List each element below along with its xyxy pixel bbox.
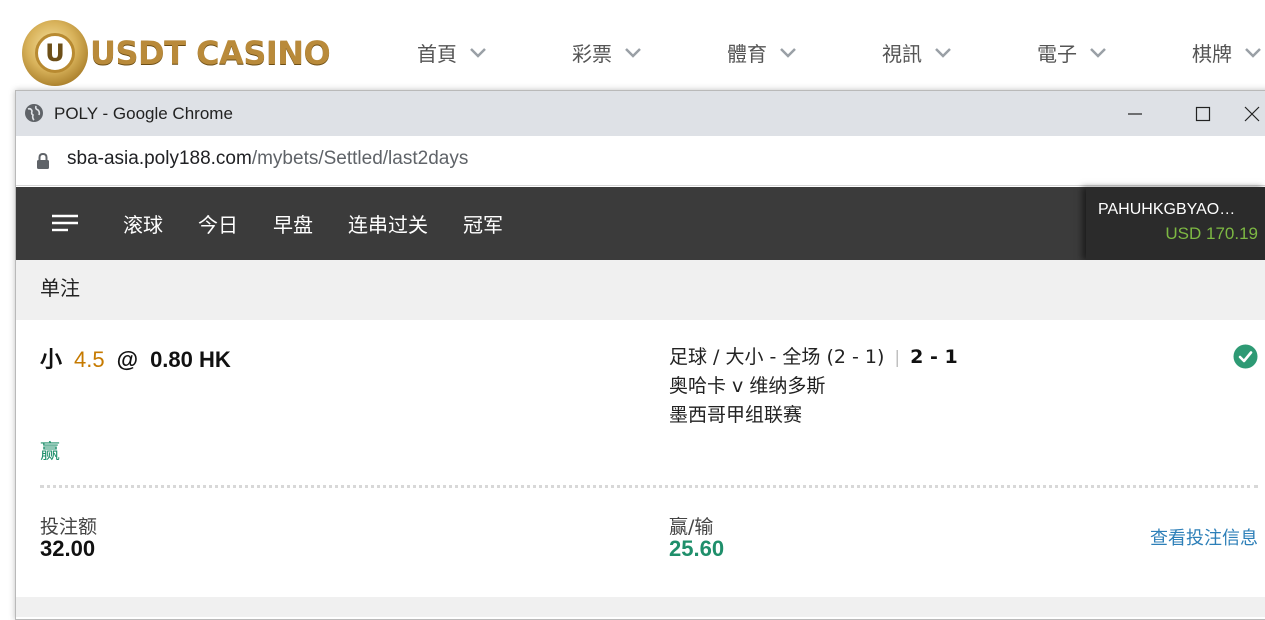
site-nav-slots[interactable]: 電子: [1037, 38, 1192, 67]
site-nav-label: 電子: [1037, 42, 1077, 66]
globe-icon: [25, 104, 43, 122]
event-info: 足球 / 大小 - 全场 (2 - 1) | 2 - 1 奥哈卡 v 维纳多斯 …: [669, 342, 958, 427]
chevron-down-icon: [625, 47, 641, 58]
final-score: 2 - 1: [910, 346, 958, 368]
address-bar[interactable]: sba-asia.poly188.com/mybets/Settled/last…: [16, 136, 1265, 186]
section-header: 单注: [16, 260, 1265, 320]
winloss-label: 赢/输: [669, 516, 714, 538]
stake-value: 32.00: [40, 536, 96, 561]
bottom-strip: [16, 597, 1265, 617]
app-nav-bar: 滚球 今日 早盘 连串过关 冠军 PAHUHKGBYAO… USD 170.19: [16, 187, 1265, 260]
account-balance: USD 170.19: [1165, 224, 1258, 243]
site-nav-label: 棋牌: [1192, 42, 1232, 66]
close-button[interactable]: [1237, 91, 1265, 136]
site-nav-home[interactable]: 首頁: [417, 38, 572, 67]
chevron-down-icon: [935, 47, 951, 58]
site-nav-cards[interactable]: 棋牌: [1192, 38, 1265, 67]
tab-today[interactable]: 今日: [198, 209, 238, 238]
account-name: PAHUHKGBYAO…: [1098, 201, 1236, 218]
minimize-icon: [1128, 112, 1142, 115]
url-host: sba-asia.poly188.com: [67, 148, 252, 169]
lock-icon: [37, 153, 49, 169]
chrome-window: POLY - Google Chrome sba-asia.poly188.co…: [15, 90, 1265, 620]
url-path: /mybets/Settled/last2days: [251, 148, 469, 169]
site-nav-label: 首頁: [417, 42, 457, 66]
selection-name: 小: [40, 347, 63, 372]
check-circle-icon: [1233, 344, 1258, 369]
market-name: 足球 / 大小 - 全场 (2 - 1): [669, 346, 885, 368]
url-text[interactable]: sba-asia.poly188.com/mybets/Settled/last…: [67, 148, 468, 170]
site-nav-live[interactable]: 視訊: [882, 38, 1037, 67]
separator: |: [894, 348, 901, 368]
logo-text: USDT CASINO: [90, 34, 331, 72]
bet-result: 赢: [40, 439, 60, 463]
at-symbol: @: [116, 347, 139, 372]
site-nav: 首頁 彩票 體育 視訊 電子 棋牌: [417, 38, 1265, 67]
site-nav-lottery[interactable]: 彩票: [572, 38, 727, 67]
selection-odds: 0.80 HK: [150, 347, 231, 372]
chevron-down-icon: [1090, 47, 1106, 58]
site-nav-label: 視訊: [882, 42, 922, 66]
winloss-value: 25.60: [669, 536, 725, 561]
page-content: 滚球 今日 早盘 连串过关 冠军 PAHUHKGBYAO… USD 170.19…: [16, 187, 1265, 617]
league-name: 墨西哥甲组联赛: [669, 404, 803, 426]
dotted-divider: [40, 485, 1258, 488]
chevron-down-icon: [780, 47, 796, 58]
logo-medal-icon: U: [22, 20, 88, 86]
account-box[interactable]: PAHUHKGBYAO… USD 170.19: [1086, 187, 1265, 260]
chevron-down-icon: [1245, 47, 1261, 58]
bet-selection: 小 4.5 @ 0.80 HK: [40, 342, 231, 374]
view-bet-details-link[interactable]: 查看投注信息: [1150, 524, 1258, 550]
tab-in-play[interactable]: 滚球: [123, 209, 163, 238]
site-logo[interactable]: U USDT CASINO: [22, 20, 331, 86]
selection-handicap: 4.5: [74, 347, 105, 372]
bet-card: 小 4.5 @ 0.80 HK 足球 / 大小 - 全场 (2 - 1) | 2…: [16, 320, 1265, 597]
match-name: 奥哈卡 v 维纳多斯: [669, 375, 826, 397]
logo-mark: U: [45, 39, 65, 67]
tab-early[interactable]: 早盘: [273, 209, 313, 238]
minimize-button[interactable]: [1101, 91, 1169, 136]
maximize-button[interactable]: [1169, 91, 1237, 136]
window-title: POLY - Google Chrome: [54, 104, 233, 123]
site-nav-sports[interactable]: 體育: [727, 38, 882, 67]
maximize-icon: [1195, 106, 1211, 121]
hamburger-menu-icon[interactable]: [52, 213, 78, 233]
window-titlebar[interactable]: POLY - Google Chrome: [16, 91, 1265, 136]
tab-parlay[interactable]: 连串过关: [348, 209, 428, 238]
close-icon: [1244, 106, 1259, 121]
stake-label: 投注额: [40, 516, 98, 538]
tab-outright[interactable]: 冠军: [463, 209, 503, 238]
site-nav-label: 彩票: [572, 42, 612, 66]
app-tabs: 滚球 今日 早盘 连串过关 冠军: [123, 209, 538, 238]
chevron-down-icon: [470, 47, 486, 58]
section-label: 单注: [40, 276, 80, 300]
site-nav-label: 體育: [727, 42, 767, 66]
market-line: 足球 / 大小 - 全场 (2 - 1) | 2 - 1: [669, 342, 958, 369]
